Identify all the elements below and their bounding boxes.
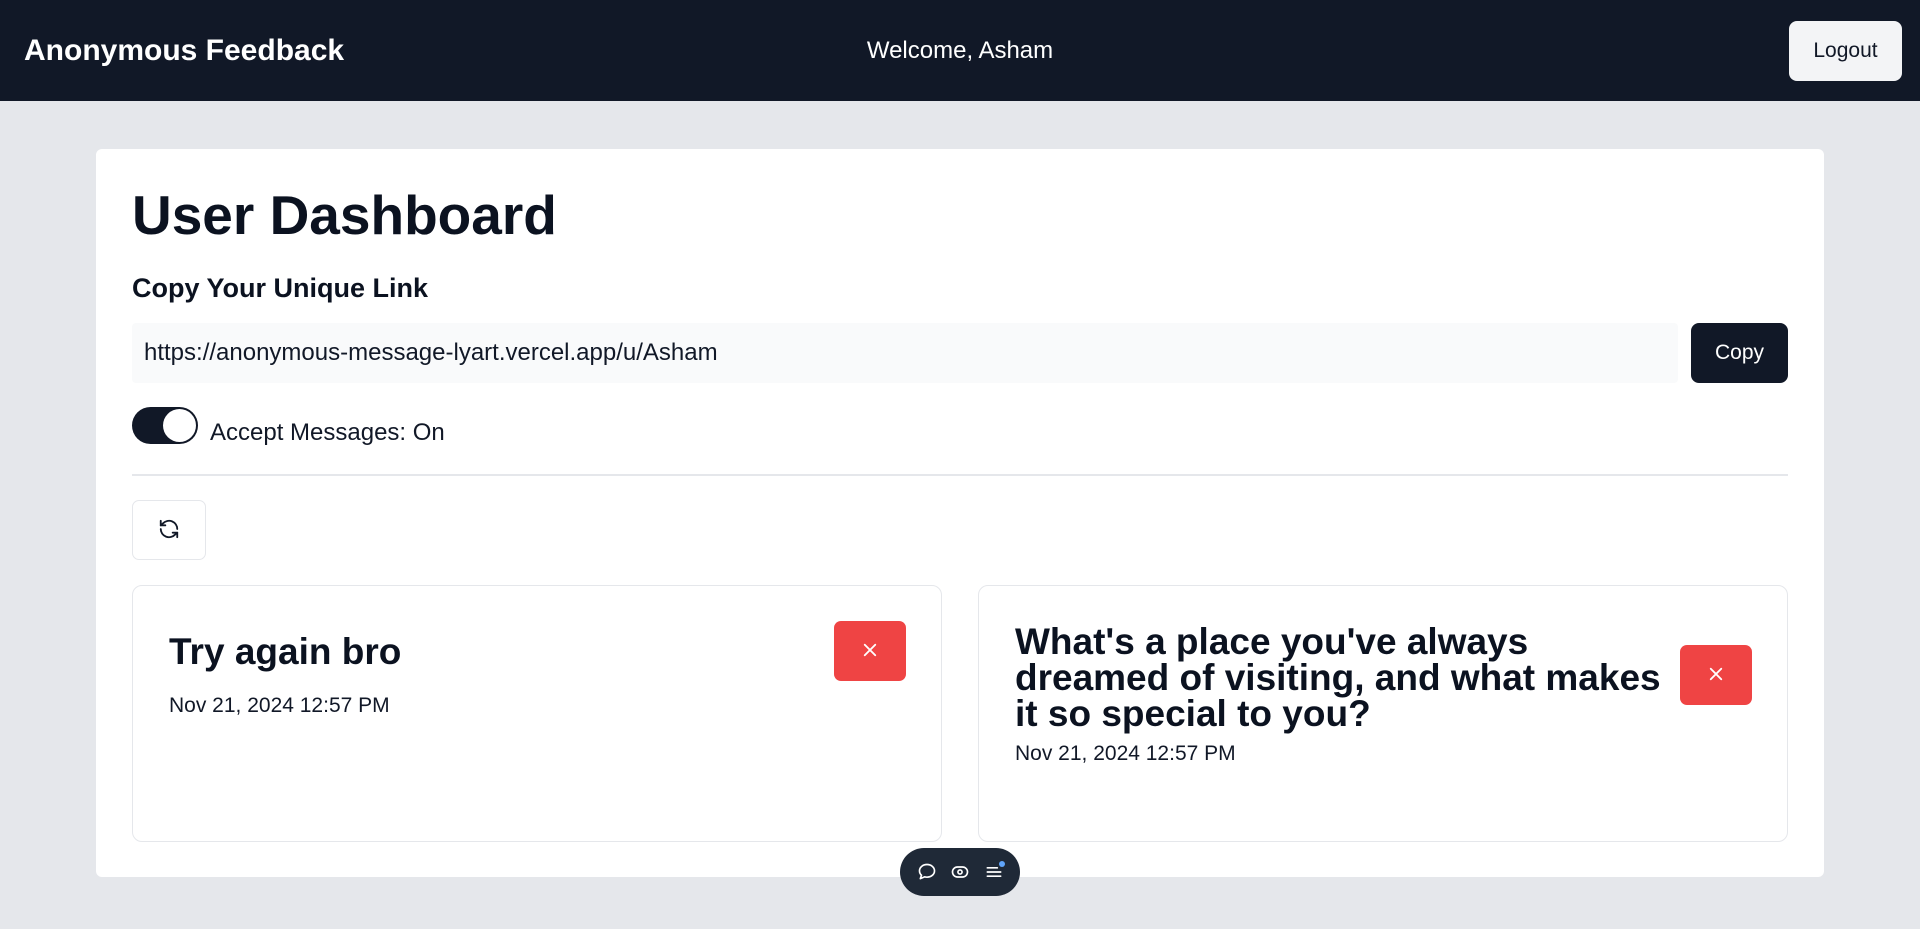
message-content: Try again bro	[169, 631, 402, 672]
message-card: Try again bro Nov 21, 2024 12:57 PM	[132, 585, 942, 842]
refresh-icon	[158, 518, 180, 543]
message-date: Nov 21, 2024 12:57 PM	[1015, 742, 1236, 765]
accept-messages-label: Accept Messages: On	[210, 419, 445, 446]
eye-toggle-icon[interactable]	[947, 859, 973, 885]
menu-icon[interactable]	[981, 859, 1007, 885]
unique-link-input[interactable]	[132, 323, 1678, 383]
unique-link-heading: Copy Your Unique Link	[132, 273, 429, 303]
message-content: What's a place you've always dreamed of …	[1015, 621, 1661, 734]
copy-link-button[interactable]: Copy	[1691, 323, 1788, 383]
brand-title: Anonymous Feedback	[24, 33, 345, 67]
x-icon	[861, 641, 879, 662]
page-title: User Dashboard	[132, 184, 557, 246]
dashboard-panel: User Dashboard Copy Your Unique Link Cop…	[96, 149, 1824, 877]
delete-message-button[interactable]	[834, 621, 906, 681]
toggle-knob	[163, 409, 196, 442]
accept-messages-toggle[interactable]	[132, 407, 198, 444]
section-divider	[132, 474, 1788, 476]
welcome-text: Welcome, Asham	[866, 36, 1054, 64]
top-navbar: Anonymous Feedback Welcome, Asham Logout	[0, 0, 1920, 101]
x-icon	[1707, 665, 1725, 686]
message-date: Nov 21, 2024 12:57 PM	[169, 694, 390, 717]
comment-icon[interactable]	[914, 859, 940, 885]
delete-message-button[interactable]	[1680, 645, 1752, 705]
floating-toolbar	[900, 848, 1020, 896]
message-card: What's a place you've always dreamed of …	[978, 585, 1788, 842]
notification-dot	[998, 861, 1005, 867]
logout-button[interactable]: Logout	[1789, 20, 1902, 81]
refresh-button[interactable]	[132, 500, 206, 560]
